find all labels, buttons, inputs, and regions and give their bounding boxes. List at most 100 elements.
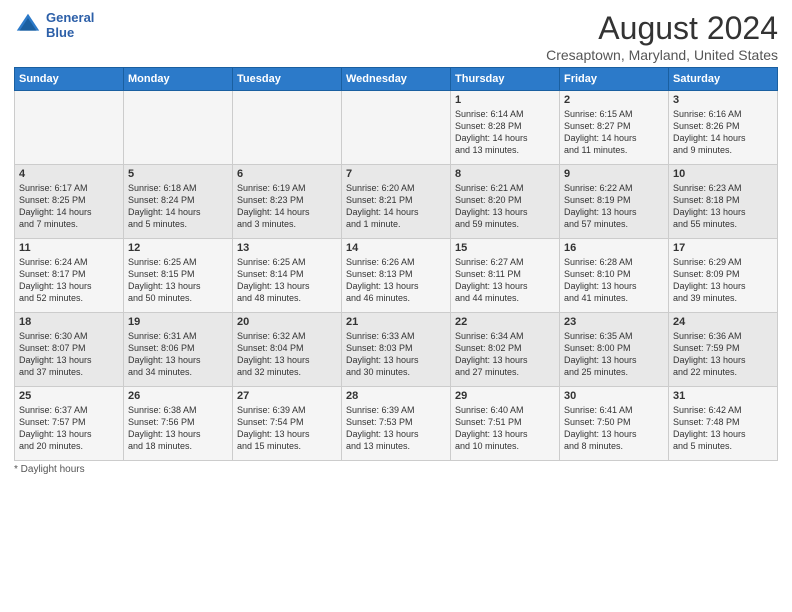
day-info: Sunrise: 6:23 AM Sunset: 8:18 PM Dayligh… bbox=[673, 182, 773, 231]
day-number: 7 bbox=[346, 168, 446, 180]
calendar-cell: 2Sunrise: 6:15 AM Sunset: 8:27 PM Daylig… bbox=[560, 91, 669, 165]
day-info: Sunrise: 6:32 AM Sunset: 8:04 PM Dayligh… bbox=[237, 330, 337, 379]
day-info: Sunrise: 6:35 AM Sunset: 8:00 PM Dayligh… bbox=[564, 330, 664, 379]
calendar-header-row: SundayMondayTuesdayWednesdayThursdayFrid… bbox=[15, 68, 778, 91]
calendar-cell bbox=[124, 91, 233, 165]
column-header-monday: Monday bbox=[124, 68, 233, 91]
calendar-week-row: 18 Sunrise: 6:30 AM Sunset: 8:07 PM Dayli… bbox=[15, 313, 778, 387]
calendar-cell: 18 Sunrise: 6:30 AM Sunset: 8:07 PM Dayli… bbox=[15, 313, 124, 387]
day-info: Sunrise: 6:16 AM Sunset: 8:26 PM Dayligh… bbox=[673, 108, 773, 157]
calendar-cell bbox=[15, 91, 124, 165]
day-number: 16 bbox=[564, 242, 664, 254]
calendar-cell: 20 Sunrise: 6:32 AM Sunset: 8:04 PM Dayli… bbox=[233, 313, 342, 387]
day-number: 9 bbox=[564, 168, 664, 180]
footer-note: * Daylight hours bbox=[14, 464, 778, 475]
calendar-cell: 22Sunrise: 6:34 AM Sunset: 8:02 PM Dayli… bbox=[451, 313, 560, 387]
calendar-cell: 11 Sunrise: 6:24 AM Sunset: 8:17 PM Dayli… bbox=[15, 239, 124, 313]
day-info: Sunrise: 6:33 AM Sunset: 8:03 PM Dayligh… bbox=[346, 330, 446, 379]
day-info: Sunrise: 6:38 AM Sunset: 7:56 PM Dayligh… bbox=[128, 404, 228, 453]
day-info: Sunrise: 6:30 AM Sunset: 8:07 PM Dayligh… bbox=[19, 330, 119, 379]
day-number: 14 bbox=[346, 242, 446, 254]
calendar-cell: 24Sunrise: 6:36 AM Sunset: 7:59 PM Dayli… bbox=[669, 313, 778, 387]
day-info: Sunrise: 6:19 AM Sunset: 8:23 PM Dayligh… bbox=[237, 182, 337, 231]
day-number: 18 bbox=[19, 316, 119, 328]
calendar-cell: 1Sunrise: 6:14 AM Sunset: 8:28 PM Daylig… bbox=[451, 91, 560, 165]
day-info: Sunrise: 6:31 AM Sunset: 8:06 PM Dayligh… bbox=[128, 330, 228, 379]
calendar-cell: 7 Sunrise: 6:20 AM Sunset: 8:21 PM Daylig… bbox=[342, 165, 451, 239]
day-number: 25 bbox=[19, 390, 119, 402]
day-info: Sunrise: 6:40 AM Sunset: 7:51 PM Dayligh… bbox=[455, 404, 555, 453]
column-header-friday: Friday bbox=[560, 68, 669, 91]
day-info: Sunrise: 6:22 AM Sunset: 8:19 PM Dayligh… bbox=[564, 182, 664, 231]
calendar-cell: 29 Sunrise: 6:40 AM Sunset: 7:51 PM Dayli… bbox=[451, 387, 560, 461]
calendar-cell: 19 Sunrise: 6:31 AM Sunset: 8:06 PM Dayli… bbox=[124, 313, 233, 387]
day-number: 10 bbox=[673, 168, 773, 180]
day-number: 2 bbox=[564, 94, 664, 106]
day-number: 5 bbox=[128, 168, 228, 180]
day-info: Sunrise: 6:28 AM Sunset: 8:10 PM Dayligh… bbox=[564, 256, 664, 305]
day-info: Sunrise: 6:29 AM Sunset: 8:09 PM Dayligh… bbox=[673, 256, 773, 305]
calendar-cell: 30Sunrise: 6:41 AM Sunset: 7:50 PM Dayli… bbox=[560, 387, 669, 461]
calendar-cell: 10 Sunrise: 6:23 AM Sunset: 8:18 PM Dayli… bbox=[669, 165, 778, 239]
column-header-saturday: Saturday bbox=[669, 68, 778, 91]
calendar-cell bbox=[342, 91, 451, 165]
calendar-week-row: 4 Sunrise: 6:17 AM Sunset: 8:25 PM Daylig… bbox=[15, 165, 778, 239]
day-info: Sunrise: 6:18 AM Sunset: 8:24 PM Dayligh… bbox=[128, 182, 228, 231]
day-number: 30 bbox=[564, 390, 664, 402]
calendar-cell: 31Sunrise: 6:42 AM Sunset: 7:48 PM Dayli… bbox=[669, 387, 778, 461]
day-info: Sunrise: 6:39 AM Sunset: 7:54 PM Dayligh… bbox=[237, 404, 337, 453]
day-info: Sunrise: 6:17 AM Sunset: 8:25 PM Dayligh… bbox=[19, 182, 119, 231]
day-info: Sunrise: 6:36 AM Sunset: 7:59 PM Dayligh… bbox=[673, 330, 773, 379]
day-number: 28 bbox=[346, 390, 446, 402]
calendar-cell: 16 Sunrise: 6:28 AM Sunset: 8:10 PM Dayli… bbox=[560, 239, 669, 313]
daylight-label: Daylight hours bbox=[21, 464, 85, 475]
column-header-wednesday: Wednesday bbox=[342, 68, 451, 91]
day-number: 4 bbox=[19, 168, 119, 180]
calendar-cell: 12Sunrise: 6:25 AM Sunset: 8:15 PM Dayli… bbox=[124, 239, 233, 313]
day-number: 3 bbox=[673, 94, 773, 106]
day-number: 1 bbox=[455, 94, 555, 106]
column-header-thursday: Thursday bbox=[451, 68, 560, 91]
calendar-cell: 28Sunrise: 6:39 AM Sunset: 7:53 PM Dayli… bbox=[342, 387, 451, 461]
day-number: 20 bbox=[237, 316, 337, 328]
column-header-tuesday: Tuesday bbox=[233, 68, 342, 91]
calendar-cell: 3 Sunrise: 6:16 AM Sunset: 8:26 PM Daylig… bbox=[669, 91, 778, 165]
day-number: 8 bbox=[455, 168, 555, 180]
subtitle: Cresaptown, Maryland, United States bbox=[546, 47, 778, 63]
calendar-cell: 25 Sunrise: 6:37 AM Sunset: 7:57 PM Dayli… bbox=[15, 387, 124, 461]
day-info: Sunrise: 6:25 AM Sunset: 8:14 PM Dayligh… bbox=[237, 256, 337, 305]
day-number: 29 bbox=[455, 390, 555, 402]
day-number: 23 bbox=[564, 316, 664, 328]
calendar-table: SundayMondayTuesdayWednesdayThursdayFrid… bbox=[14, 67, 778, 461]
day-number: 12 bbox=[128, 242, 228, 254]
calendar-cell bbox=[233, 91, 342, 165]
logo-icon bbox=[14, 11, 42, 39]
day-info: Sunrise: 6:27 AM Sunset: 8:11 PM Dayligh… bbox=[455, 256, 555, 305]
calendar-cell: 5 Sunrise: 6:18 AM Sunset: 8:24 PM Daylig… bbox=[124, 165, 233, 239]
day-number: 22 bbox=[455, 316, 555, 328]
calendar-cell: 21 Sunrise: 6:33 AM Sunset: 8:03 PM Dayli… bbox=[342, 313, 451, 387]
calendar-cell: 6 Sunrise: 6:19 AM Sunset: 8:23 PM Daylig… bbox=[233, 165, 342, 239]
day-info: Sunrise: 6:37 AM Sunset: 7:57 PM Dayligh… bbox=[19, 404, 119, 453]
calendar-week-row: 25 Sunrise: 6:37 AM Sunset: 7:57 PM Dayli… bbox=[15, 387, 778, 461]
calendar-week-row: 11 Sunrise: 6:24 AM Sunset: 8:17 PM Dayli… bbox=[15, 239, 778, 313]
day-info: Sunrise: 6:26 AM Sunset: 8:13 PM Dayligh… bbox=[346, 256, 446, 305]
logo: General Blue bbox=[14, 10, 94, 40]
calendar-cell: 4 Sunrise: 6:17 AM Sunset: 8:25 PM Daylig… bbox=[15, 165, 124, 239]
calendar-cell: 9 Sunrise: 6:22 AM Sunset: 8:19 PM Daylig… bbox=[560, 165, 669, 239]
day-number: 19 bbox=[128, 316, 228, 328]
column-header-sunday: Sunday bbox=[15, 68, 124, 91]
day-number: 6 bbox=[237, 168, 337, 180]
day-info: Sunrise: 6:20 AM Sunset: 8:21 PM Dayligh… bbox=[346, 182, 446, 231]
day-info: Sunrise: 6:24 AM Sunset: 8:17 PM Dayligh… bbox=[19, 256, 119, 305]
title-block: August 2024 Cresaptown, Maryland, United… bbox=[546, 10, 778, 63]
day-number: 11 bbox=[19, 242, 119, 254]
day-number: 27 bbox=[237, 390, 337, 402]
calendar-cell: 8Sunrise: 6:21 AM Sunset: 8:20 PM Daylig… bbox=[451, 165, 560, 239]
header: General Blue August 2024 Cresaptown, Mar… bbox=[14, 10, 778, 63]
calendar-cell: 14 Sunrise: 6:26 AM Sunset: 8:13 PM Dayli… bbox=[342, 239, 451, 313]
page-container: General Blue August 2024 Cresaptown, Mar… bbox=[0, 0, 792, 481]
day-number: 21 bbox=[346, 316, 446, 328]
logo-text: General Blue bbox=[46, 10, 94, 40]
calendar-cell: 17Sunrise: 6:29 AM Sunset: 8:09 PM Dayli… bbox=[669, 239, 778, 313]
